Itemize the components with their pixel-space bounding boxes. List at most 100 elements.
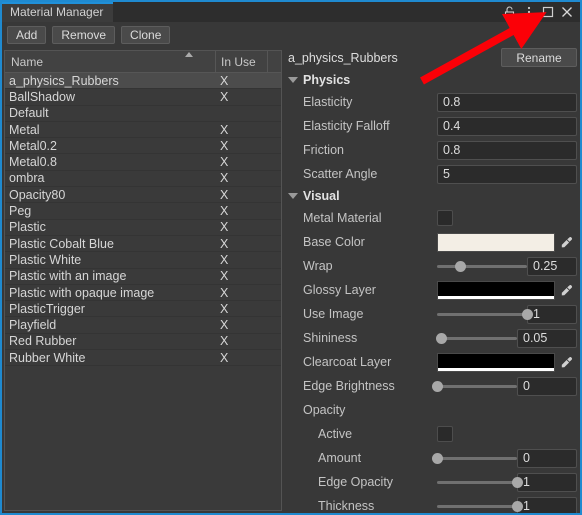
input-scatter-angle[interactable]: 5 [437, 164, 577, 184]
slider-edge-brightness[interactable] [432, 377, 517, 396]
checkbox-opacity-active[interactable] [437, 426, 453, 442]
material-list-body: a_physics_Rubbers X BallShadow X Default Meta… [5, 73, 281, 367]
material-name-cell: Plastic White [9, 252, 82, 267]
material-name-cell: Metal0.2 [9, 138, 57, 153]
slider-track [437, 312, 527, 316]
property-row-glossy-layer: Glossy Layer [286, 278, 580, 302]
more-menu-icon[interactable] [519, 2, 538, 22]
slider-use-image[interactable] [437, 305, 533, 324]
table-row[interactable]: Plastic with an image X [5, 269, 281, 285]
slider-knob[interactable] [454, 260, 466, 272]
maximize-icon[interactable] [538, 2, 557, 22]
property-row-wrap: Wrap 0.25 [286, 254, 580, 278]
table-row[interactable]: Default [5, 106, 281, 122]
table-row[interactable]: BallShadow X [5, 89, 281, 106]
in-use-cell: X [220, 89, 229, 104]
input-use-image-value[interactable]: 1 [527, 304, 577, 324]
slider-knob[interactable] [522, 308, 533, 320]
material-name-cell: Peg [9, 204, 32, 219]
slider-track [437, 264, 527, 268]
input-wrap-value[interactable]: 0.25 [527, 256, 577, 276]
label-edge-brightness: Edge Brightness [303, 379, 395, 393]
sort-ascending-icon [185, 52, 193, 57]
label-opacity-amount: Amount [318, 451, 362, 465]
label-elasticity: Elasticity [303, 95, 353, 109]
eyedropper-icon-glossy-layer[interactable] [555, 281, 577, 300]
close-icon[interactable] [557, 2, 576, 22]
input-edge-opacity-value[interactable]: 1 [517, 472, 577, 492]
table-row[interactable]: Opacity80 X [5, 187, 281, 204]
slider-track [437, 504, 517, 508]
section-header-physics[interactable]: Physics [286, 70, 580, 90]
slider-knob[interactable] [512, 500, 523, 512]
table-row[interactable]: ombra X [5, 171, 281, 188]
slider-knob[interactable] [432, 452, 443, 464]
slider-knob[interactable] [436, 332, 447, 344]
input-thickness-value[interactable]: 1 [517, 496, 577, 513]
input-edge-brightness-value[interactable]: 0 [517, 376, 577, 396]
property-row-edge-opacity: Edge Opacity 1 [286, 470, 580, 494]
table-row[interactable]: Metal0.8 X [5, 154, 281, 171]
clone-button[interactable]: Clone [121, 26, 171, 44]
column-header-name[interactable]: Name [5, 51, 215, 72]
edge-opacity-control: 1 [437, 472, 577, 492]
property-row-opacity-amount: Amount 0 [286, 446, 580, 470]
table-row[interactable]: Plastic X [5, 220, 281, 236]
input-shininess-value[interactable]: 0.05 [517, 328, 577, 348]
rename-button[interactable]: Rename [501, 48, 577, 67]
input-friction[interactable]: 0.8 [437, 140, 577, 160]
table-row[interactable]: Metal X [5, 122, 281, 139]
slider-shininess[interactable] [436, 329, 517, 348]
lock-icon[interactable] [500, 2, 519, 22]
table-row[interactable]: Playfield X [5, 317, 281, 334]
clearcoat-layer-control [437, 352, 577, 372]
column-header-in-use-label: In Use [221, 54, 256, 69]
edge-brightness-control: 0 [432, 376, 577, 396]
table-row[interactable]: Plastic White X [5, 252, 281, 269]
remove-button[interactable]: Remove [52, 26, 116, 44]
property-row-use-image: Use Image 1 [286, 302, 580, 326]
color-swatch-clearcoat-layer[interactable] [437, 352, 555, 372]
color-swatch-glossy-layer[interactable] [437, 280, 555, 300]
slider-edge-opacity[interactable] [437, 473, 523, 492]
alpha-bar [438, 367, 554, 371]
table-row[interactable]: Red Rubber X [5, 334, 281, 351]
slider-opacity-amount[interactable] [432, 449, 517, 468]
table-row[interactable]: Plastic with opaque image X [5, 285, 281, 302]
input-elasticity-falloff[interactable]: 0.4 [437, 116, 577, 136]
slider-thickness[interactable] [437, 497, 523, 514]
label-opacity-active: Active [318, 427, 353, 441]
shininess-control: 0.05 [436, 328, 577, 348]
column-header-in-use[interactable]: In Use [215, 51, 267, 72]
table-row[interactable]: a_physics_Rubbers X [5, 73, 281, 90]
label-glossy-layer: Glossy Layer [303, 283, 376, 297]
slider-knob[interactable] [432, 380, 443, 392]
alpha-bar [438, 295, 554, 299]
checkbox-metal-material[interactable] [437, 210, 453, 226]
table-row[interactable]: PlasticTrigger X [5, 301, 281, 318]
slider-knob[interactable] [512, 476, 523, 488]
color-swatch-base-color[interactable] [437, 232, 555, 252]
input-opacity-amount-value[interactable]: 0 [517, 448, 577, 468]
table-row[interactable]: Peg X [5, 203, 281, 220]
section-header-visual[interactable]: Visual [286, 186, 580, 206]
add-button[interactable]: Add [7, 26, 47, 44]
material-name-cell: Metal0.8 [9, 155, 57, 170]
material-name-cell: Plastic with opaque image [9, 285, 155, 300]
table-row[interactable]: Metal0.2 X [5, 138, 281, 155]
slider-track [437, 384, 517, 388]
material-list-panel: Name In Use a_physics_Rubbers X BallShadow… [4, 50, 282, 511]
use-image-control: 1 [437, 304, 577, 324]
tab-material-manager[interactable]: Material Manager [2, 2, 114, 22]
input-elasticity[interactable]: 0.8 [437, 92, 577, 112]
eyedropper-icon-base-color[interactable] [555, 233, 577, 252]
thickness-control: 1 [437, 496, 577, 514]
eyedropper-icon-clearcoat-layer[interactable] [555, 353, 577, 372]
material-name-cell: Playfield [9, 318, 57, 333]
table-row[interactable]: Rubber White X [5, 350, 281, 367]
slider-wrap[interactable] [437, 257, 527, 276]
table-row[interactable]: Plastic Cobalt Blue X [5, 236, 281, 253]
material-name-cell: Rubber White [9, 350, 86, 365]
in-use-cell: X [220, 155, 229, 170]
material-name-row: a_physics_Rubbers Rename [286, 46, 580, 70]
